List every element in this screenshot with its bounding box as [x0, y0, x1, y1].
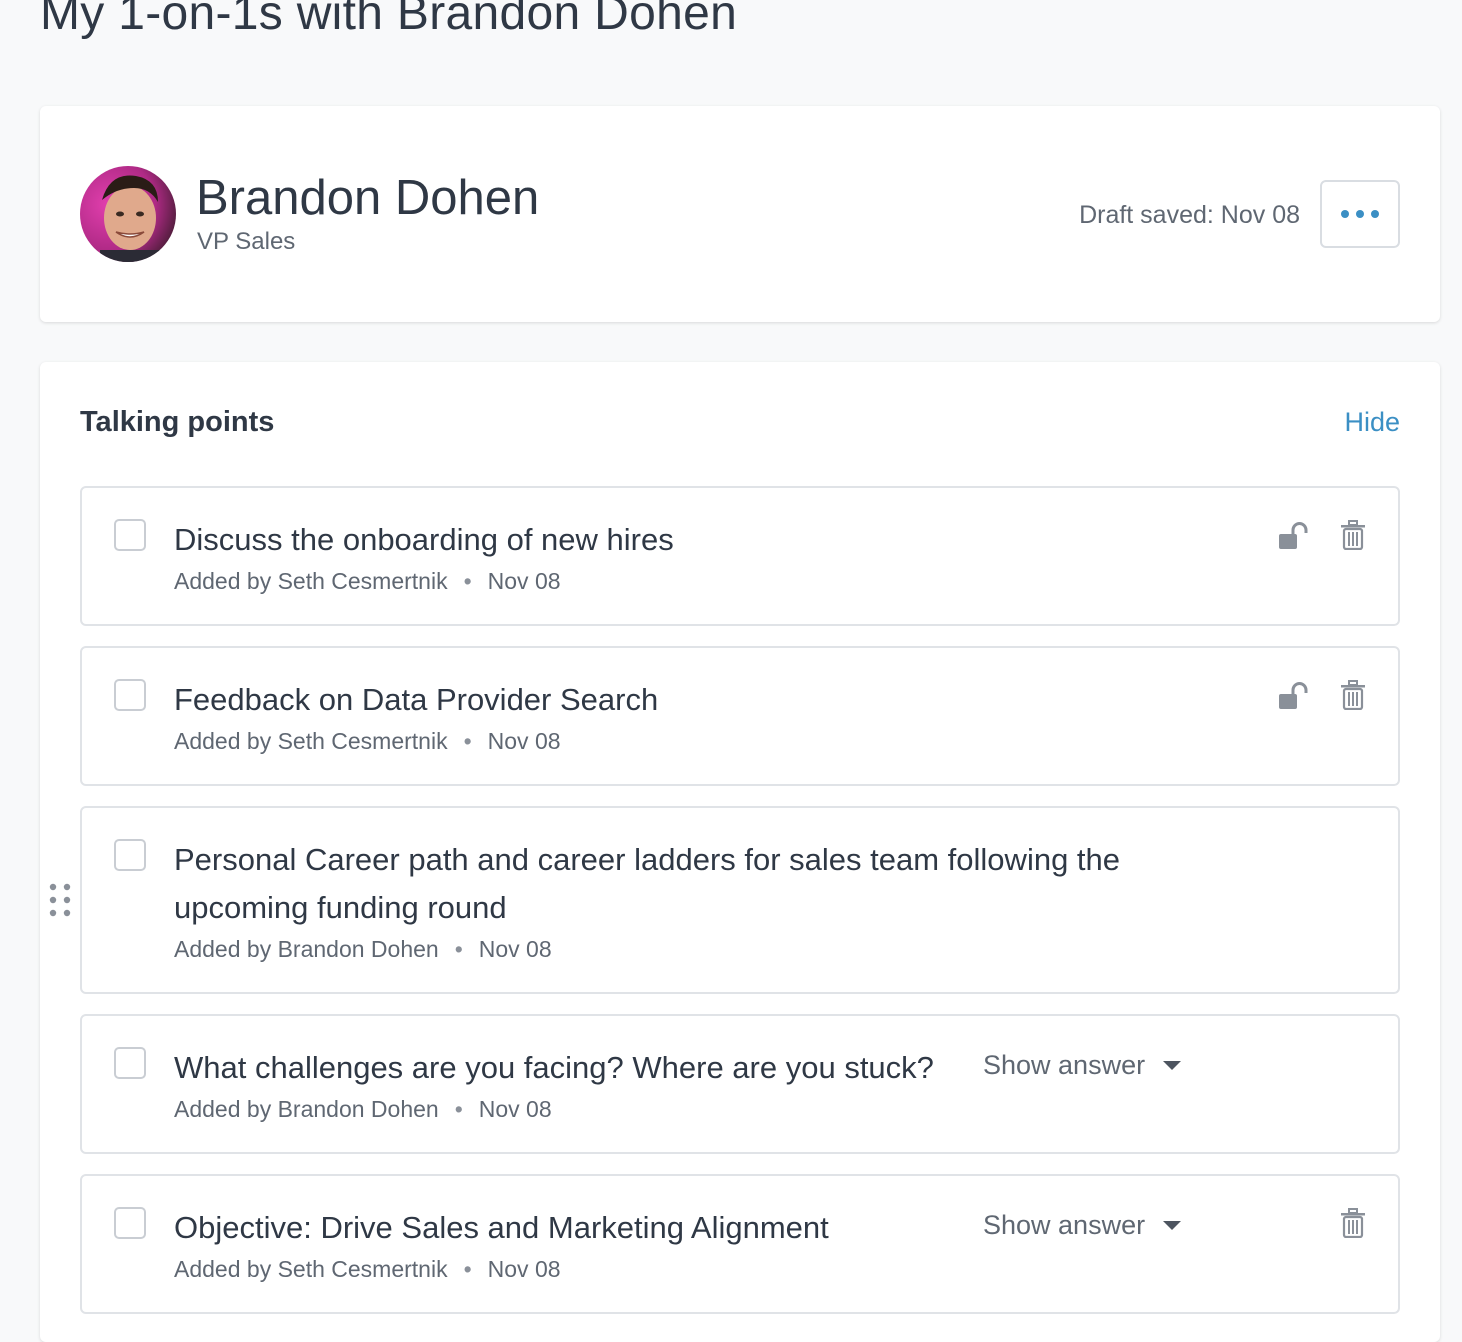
added-by: Added by Brandon Dohen — [174, 1096, 439, 1122]
talking-point-title: Objective: Drive Sales and Marketing Ali… — [174, 1210, 829, 1245]
show-answer-toggle[interactable]: Show answer — [983, 1050, 1182, 1081]
drag-handle-icon[interactable] — [49, 883, 71, 917]
show-answer-toggle[interactable]: Show answer — [983, 1210, 1182, 1241]
talking-point-checkbox[interactable] — [114, 519, 146, 551]
talking-points-card: Talking points Hide Discuss the onboardi… — [40, 362, 1440, 1342]
talking-point-checkbox[interactable] — [114, 839, 146, 871]
trash-icon[interactable] — [1340, 680, 1366, 710]
draft-status: Draft saved: Nov 08 — [1079, 201, 1300, 229]
talking-point-meta: Added by Brandon Dohen • Nov 08 — [174, 936, 552, 962]
caret-down-icon — [1163, 1221, 1182, 1230]
profile-name: Brandon Dohen — [196, 171, 540, 225]
caret-down-icon — [1163, 1061, 1182, 1070]
talking-point-meta: Added by Seth Cesmertnik • Nov 08 — [174, 568, 561, 594]
talking-point-title-line: Personal Career path and career ladders … — [174, 842, 1121, 877]
item-date: Nov 08 — [487, 568, 561, 594]
talking-point-title-line: upcoming funding round — [174, 890, 507, 925]
added-by: Added by Seth Cesmertnik — [174, 568, 448, 594]
trash-icon[interactable] — [1340, 520, 1366, 550]
talking-point-title: What challenges are you facing? Where ar… — [174, 1050, 934, 1085]
show-answer-label: Show answer — [983, 1210, 1146, 1240]
added-by: Added by Seth Cesmertnik — [174, 728, 448, 754]
show-answer-label: Show answer — [983, 1050, 1146, 1080]
added-by: Added by Brandon Dohen — [174, 936, 439, 962]
more-options-button[interactable] — [1320, 180, 1400, 248]
talking-point-checkbox[interactable] — [114, 1207, 146, 1239]
talking-point-title: Discuss the onboarding of new hires — [174, 522, 674, 557]
item-date: Nov 08 — [478, 1096, 552, 1122]
talking-point-meta: Added by Brandon Dohen • Nov 08 — [174, 1096, 552, 1122]
profile-card: Brandon Dohen VP Sales Draft saved: Nov … — [40, 106, 1440, 322]
trash-icon[interactable] — [1340, 1208, 1366, 1238]
profile-role: VP Sales — [197, 228, 296, 255]
hide-link[interactable]: Hide — [1344, 407, 1400, 438]
avatar — [80, 166, 176, 262]
unlock-icon[interactable] — [1278, 682, 1310, 710]
talking-point-meta: Added by Seth Cesmertnik • Nov 08 — [174, 1256, 561, 1282]
talking-point-item: Personal Career path and career ladders … — [80, 806, 1400, 994]
item-date: Nov 08 — [478, 936, 552, 962]
talking-point-meta: Added by Seth Cesmertnik • Nov 08 — [174, 728, 561, 754]
talking-point-item: Objective: Drive Sales and Marketing Ali… — [80, 1174, 1400, 1314]
page-title: My 1-on-1s with Brandon Dohen — [40, 0, 738, 40]
unlock-icon[interactable] — [1278, 522, 1310, 550]
talking-point-checkbox[interactable] — [114, 679, 146, 711]
ellipsis-icon — [1341, 210, 1379, 218]
talking-point-title: Feedback on Data Provider Search — [174, 682, 659, 717]
talking-point-title: Personal Career path and career ladders … — [174, 836, 1120, 932]
talking-point-item: Discuss the onboarding of new hires Adde… — [80, 486, 1400, 626]
item-date: Nov 08 — [487, 728, 561, 754]
item-date: Nov 08 — [487, 1256, 561, 1282]
talking-points-heading: Talking points — [80, 406, 275, 438]
talking-point-checkbox[interactable] — [114, 1047, 146, 1079]
talking-point-item: What challenges are you facing? Where ar… — [80, 1014, 1400, 1154]
talking-point-item: Feedback on Data Provider Search Added b… — [80, 646, 1400, 786]
added-by: Added by Seth Cesmertnik — [174, 1256, 448, 1282]
